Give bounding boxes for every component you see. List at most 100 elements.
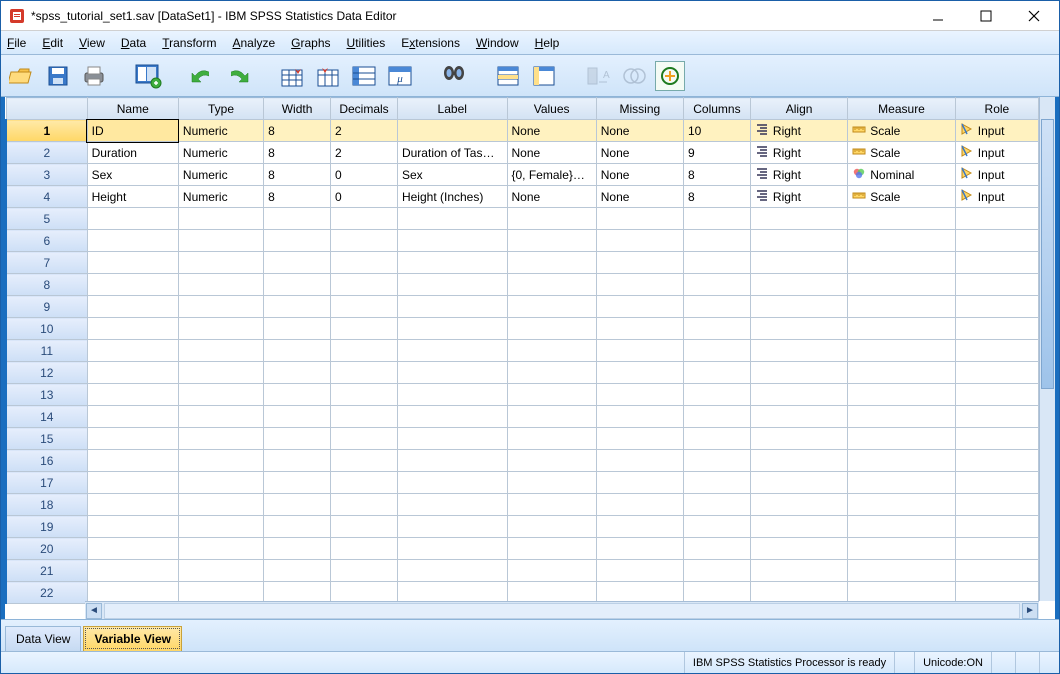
col-values[interactable]: Values — [507, 98, 596, 120]
table-row-empty[interactable]: 5 — [6, 208, 1039, 230]
undo-button[interactable] — [187, 61, 217, 91]
col-missing[interactable]: Missing — [596, 98, 683, 120]
cell-measure[interactable]: Scale — [848, 186, 956, 208]
col-decimals[interactable]: Decimals — [331, 98, 398, 120]
row-header[interactable]: 19 — [6, 516, 87, 538]
cell-decimals[interactable]: 2 — [331, 142, 398, 164]
col-type[interactable]: Type — [178, 98, 263, 120]
menu-graphs[interactable]: Graphs — [291, 36, 330, 50]
cell-type[interactable]: Numeric — [178, 186, 263, 208]
table-row-empty[interactable]: 6 — [6, 230, 1039, 252]
value-labels-button[interactable] — [619, 61, 649, 91]
cell-width[interactable]: 8 — [264, 120, 331, 142]
table-row-empty[interactable]: 7 — [6, 252, 1039, 274]
cell-values[interactable]: None — [507, 120, 596, 142]
row-header[interactable]: 10 — [6, 318, 87, 340]
cell-columns[interactable]: 10 — [683, 120, 750, 142]
cell-align[interactable]: Right — [750, 186, 847, 208]
cell-type[interactable]: Numeric — [178, 120, 263, 142]
col-role[interactable]: Role — [955, 98, 1038, 120]
cell-values[interactable]: None — [507, 186, 596, 208]
cell-columns[interactable]: 9 — [683, 142, 750, 164]
variable-grid[interactable]: Name Type Width Decimals Label Values Mi… — [5, 97, 1055, 619]
cell-decimals[interactable]: 2 — [331, 120, 398, 142]
goto-case-button[interactable] — [277, 61, 307, 91]
cell-measure[interactable]: Scale — [848, 142, 956, 164]
weight-cases-button[interactable] — [529, 61, 559, 91]
col-label[interactable]: Label — [397, 98, 507, 120]
print-button[interactable] — [79, 61, 109, 91]
cell-name[interactable]: ID — [87, 120, 178, 142]
cell-role[interactable]: Input — [955, 120, 1038, 142]
menu-window[interactable]: Window — [476, 36, 519, 50]
scroll-right-button[interactable]: ► — [1022, 603, 1038, 619]
cell-name[interactable]: Sex — [87, 164, 178, 186]
table-row-empty[interactable]: 9 — [6, 296, 1039, 318]
col-measure[interactable]: Measure — [848, 98, 956, 120]
cell-missing[interactable]: None — [596, 164, 683, 186]
cell-role[interactable]: Input — [955, 186, 1038, 208]
row-header[interactable]: 3 — [6, 164, 87, 186]
cell-type[interactable]: Numeric — [178, 164, 263, 186]
cell-align[interactable]: Right — [750, 142, 847, 164]
table-row[interactable]: 3SexNumeric80Sex{0, Female}…None8 Right … — [6, 164, 1039, 186]
find-button[interactable] — [439, 61, 469, 91]
table-row-empty[interactable]: 19 — [6, 516, 1039, 538]
cell-columns[interactable]: 8 — [683, 164, 750, 186]
maximize-button[interactable] — [971, 6, 1001, 26]
col-columns[interactable]: Columns — [683, 98, 750, 120]
table-row-empty[interactable]: 17 — [6, 472, 1039, 494]
cell-type[interactable]: Numeric — [178, 142, 263, 164]
cell-width[interactable]: 8 — [264, 142, 331, 164]
use-variable-sets-button[interactable] — [655, 61, 685, 91]
cell-name[interactable]: Duration — [87, 142, 178, 164]
open-button[interactable] — [7, 61, 37, 91]
cell-role[interactable]: Input — [955, 164, 1038, 186]
cell-measure[interactable]: Nominal — [848, 164, 956, 186]
table-row-empty[interactable]: 12 — [6, 362, 1039, 384]
cell-label[interactable]: Height (Inches) — [397, 186, 507, 208]
row-header[interactable]: 17 — [6, 472, 87, 494]
redo-button[interactable] — [223, 61, 253, 91]
row-header[interactable]: 5 — [6, 208, 87, 230]
menu-help[interactable]: Help — [535, 36, 560, 50]
split-file-button[interactable] — [493, 61, 523, 91]
table-row-empty[interactable]: 11 — [6, 340, 1039, 362]
minimize-button[interactable] — [923, 6, 953, 26]
save-button[interactable] — [43, 61, 73, 91]
col-name[interactable]: Name — [87, 98, 178, 120]
row-header[interactable]: 12 — [6, 362, 87, 384]
row-header[interactable]: 16 — [6, 450, 87, 472]
table-row-empty[interactable]: 15 — [6, 428, 1039, 450]
row-header[interactable]: 14 — [6, 406, 87, 428]
cell-decimals[interactable]: 0 — [331, 164, 398, 186]
row-header[interactable]: 13 — [6, 384, 87, 406]
row-header[interactable]: 18 — [6, 494, 87, 516]
variables-button[interactable] — [349, 61, 379, 91]
row-header[interactable]: 7 — [6, 252, 87, 274]
row-header[interactable]: 4 — [6, 186, 87, 208]
run-descriptives-button[interactable]: μ — [385, 61, 415, 91]
col-width[interactable]: Width — [264, 98, 331, 120]
table-row-empty[interactable]: 8 — [6, 274, 1039, 296]
menu-edit[interactable]: Edit — [42, 36, 63, 50]
tab-data-view[interactable]: Data View — [5, 626, 81, 651]
row-header[interactable]: 22 — [6, 582, 87, 604]
cell-measure[interactable]: Scale — [848, 120, 956, 142]
row-header[interactable]: 11 — [6, 340, 87, 362]
vertical-scrollbar[interactable] — [1039, 97, 1055, 601]
row-header[interactable]: 15 — [6, 428, 87, 450]
table-row[interactable]: 1IDNumeric82NoneNone10 Right Scale Input — [6, 120, 1039, 142]
select-cases-button[interactable]: A — [583, 61, 613, 91]
cell-values[interactable]: None — [507, 142, 596, 164]
menu-analyze[interactable]: Analyze — [232, 36, 275, 50]
cell-missing[interactable]: None — [596, 142, 683, 164]
scroll-left-button[interactable]: ◄ — [86, 603, 102, 619]
table-row[interactable]: 2DurationNumeric82Duration of Tas…NoneNo… — [6, 142, 1039, 164]
table-row[interactable]: 4HeightNumeric80Height (Inches)NoneNone8… — [6, 186, 1039, 208]
menu-utilities[interactable]: Utilities — [347, 36, 386, 50]
table-row-empty[interactable]: 21 — [6, 560, 1039, 582]
row-header[interactable]: 2 — [6, 142, 87, 164]
cell-align[interactable]: Right — [750, 164, 847, 186]
table-row-empty[interactable]: 10 — [6, 318, 1039, 340]
